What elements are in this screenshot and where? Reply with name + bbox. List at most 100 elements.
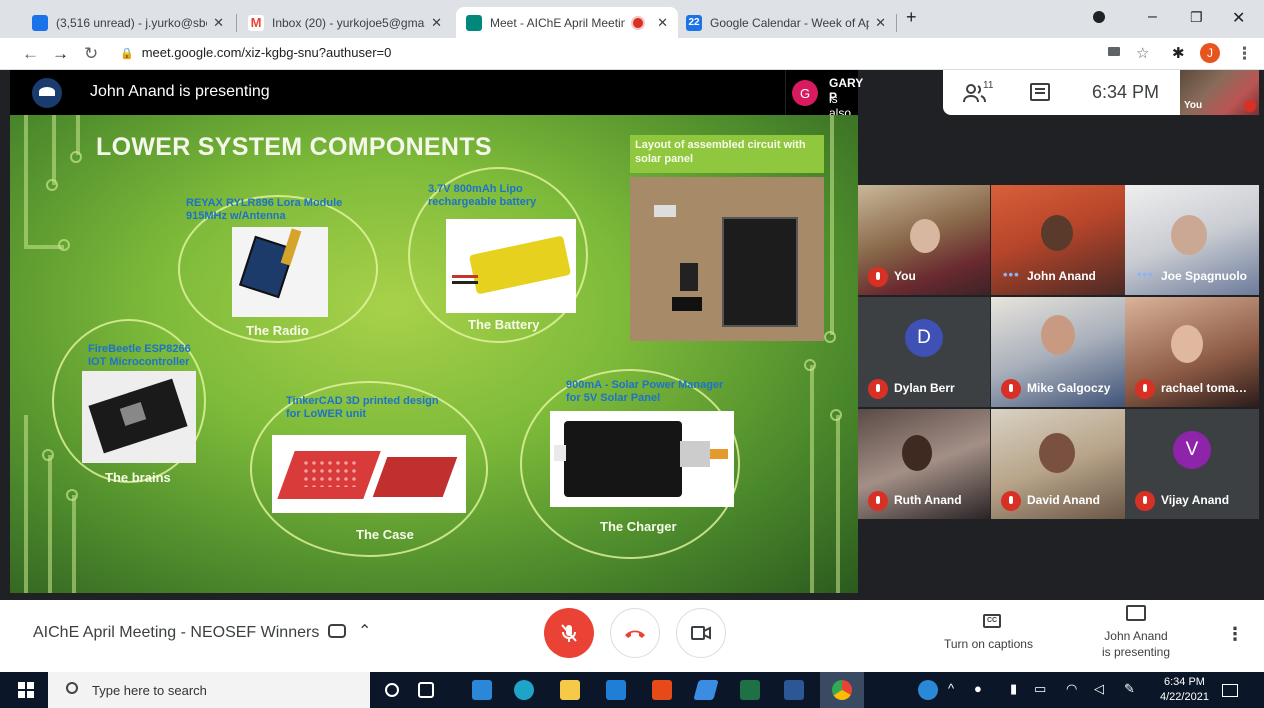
participant-tile[interactable]: Mike Galgoczy — [991, 297, 1125, 407]
office-icon[interactable] — [652, 680, 672, 700]
minimize-icon[interactable]: – — [1148, 8, 1157, 26]
pen-icon[interactable]: ✎ — [1124, 681, 1135, 697]
muted-mic-icon — [1001, 491, 1021, 511]
presented-slide: LOWER SYSTEM COMPONENTS REYAX RYLR896 Lo… — [10, 115, 858, 593]
windows-start-icon[interactable] — [18, 682, 34, 698]
tab-search-icon[interactable] — [1093, 11, 1105, 23]
browser-menu-icon[interactable]: ⋮ — [1236, 44, 1253, 64]
close-tab-icon[interactable]: ✕ — [657, 15, 668, 31]
help-icon[interactable] — [918, 680, 938, 700]
calendar-icon: 22 — [686, 14, 702, 31]
restore-icon[interactable]: ❐ — [1190, 9, 1203, 26]
presenter-avatar — [32, 78, 62, 108]
participant-name: Ruth Anand — [894, 493, 962, 507]
radio-module-image — [232, 227, 328, 317]
wifi-icon[interactable]: ◠ — [1066, 681, 1077, 697]
microcontroller-image — [82, 371, 196, 463]
back-icon[interactable]: ← — [22, 44, 39, 64]
forward-icon[interactable]: → — [52, 44, 69, 64]
cortana-icon[interactable] — [385, 683, 399, 697]
people-count: 11 — [983, 80, 994, 91]
presenting-banner: John Anand is presenting — [10, 70, 785, 115]
file-explorer-icon[interactable] — [560, 680, 580, 700]
participant-tile[interactable]: David Anand — [991, 409, 1125, 519]
slide-title: LOWER SYSTEM COMPONENTS — [96, 133, 492, 161]
muted-mic-icon — [868, 379, 888, 399]
system-clock[interactable]: 6:34 PM 4/22/2021 — [1160, 675, 1209, 705]
tab-gmail[interactable]: M Inbox (20) - yurkojoe5@gmail.co ✕ — [238, 7, 452, 38]
windows-taskbar: Type here to search ^ ● ▮ ▭ ◠ ◁ ✎ 6:34 P… — [0, 672, 1264, 708]
excel-icon[interactable] — [740, 680, 760, 700]
extensions-icon[interactable]: ✱ — [1172, 44, 1185, 62]
mic-toggle-button[interactable] — [544, 608, 594, 658]
meet-bottom-bar: AIChE April Meeting - NEOSEF Winners ⌃ C… — [0, 600, 1264, 672]
browser-tab-bar: (3,516 unread) - j.yurko@sbcglob ✕ M Inb… — [0, 0, 1264, 38]
mail-db-icon — [32, 14, 48, 31]
camera-toggle-button[interactable] — [676, 608, 726, 658]
edge-icon[interactable] — [514, 680, 534, 700]
present-screen-icon[interactable] — [1126, 605, 1146, 621]
recording-icon — [633, 17, 644, 28]
participant-tile[interactable]: V Vijay Anand — [1125, 409, 1259, 519]
network-muted-icon[interactable]: ● — [974, 681, 982, 696]
close-tab-icon[interactable]: ✕ — [431, 15, 442, 31]
radio-caption: The Radio — [246, 323, 309, 338]
participant-tile[interactable]: Ruth Anand — [858, 409, 990, 519]
meeting-details-icon[interactable] — [328, 624, 346, 638]
task-view-icon[interactable] — [418, 682, 434, 698]
camera-icon — [691, 626, 711, 640]
case-image — [272, 435, 466, 513]
chrome-icon — [832, 680, 852, 700]
mic-off-icon — [561, 624, 577, 642]
case-caption: The Case — [356, 527, 414, 542]
mail-app-icon[interactable] — [606, 680, 626, 700]
battery-icon[interactable]: ▭ — [1034, 681, 1046, 697]
camera-indicator-icon[interactable] — [1108, 47, 1120, 56]
reload-icon[interactable]: ↻ — [84, 44, 98, 64]
self-view-label: You — [1184, 100, 1203, 111]
participant-name: David Anand — [1027, 493, 1100, 507]
system-date: 4/22/2021 — [1160, 691, 1209, 703]
also-here-chip[interactable]: G GARY P is also here — [786, 70, 863, 134]
tab-calendar[interactable]: 22 Google Calendar - Week of April ✕ — [676, 7, 896, 38]
bookmark-star-icon[interactable]: ☆ — [1136, 44, 1149, 62]
end-call-icon — [625, 630, 645, 638]
todo-icon[interactable] — [693, 680, 719, 700]
participant-tile[interactable]: You — [858, 185, 990, 295]
close-tab-icon[interactable]: ✕ — [213, 15, 224, 31]
battery-image — [446, 219, 576, 313]
meet-icon — [466, 14, 482, 31]
chevron-up-icon[interactable]: ⌃ — [358, 621, 371, 641]
participant-tile[interactable]: ••• Joe Spagnuolo — [1125, 185, 1259, 295]
tab-meet[interactable]: Meet - AIChE April Meeting ✕ — [456, 7, 678, 38]
new-tab-icon[interactable]: + — [906, 7, 917, 28]
search-icon — [66, 682, 78, 694]
muted-mic-icon — [1135, 379, 1155, 399]
chevron-up-icon[interactable]: ^ — [948, 681, 954, 696]
profile-avatar[interactable]: J — [1200, 43, 1220, 63]
participant-tile[interactable]: ••• John Anand — [991, 185, 1125, 295]
muted-mic-icon — [1244, 100, 1256, 112]
gmail-icon: M — [248, 14, 264, 31]
chat-icon[interactable] — [1030, 83, 1050, 101]
participant-name: Dylan Berr — [894, 381, 955, 395]
word-icon[interactable] — [784, 680, 804, 700]
volume-icon[interactable]: ◁ — [1094, 681, 1104, 697]
microphone-icon[interactable]: ▮ — [1010, 681, 1017, 697]
notifications-icon[interactable] — [1222, 684, 1238, 697]
more-options-icon[interactable]: ⋮ — [1226, 624, 1244, 645]
participant-tile[interactable]: D Dylan Berr — [858, 297, 990, 407]
captions-button-label[interactable]: Turn on captions — [944, 637, 1033, 651]
brains-label: FireBeetle ESP8266 IOT Microcontroller — [88, 343, 191, 368]
participant-tile[interactable]: rachael toma… — [1125, 297, 1259, 407]
close-tab-icon[interactable]: ✕ — [875, 15, 886, 31]
close-window-icon[interactable]: ✕ — [1232, 8, 1245, 28]
captions-icon[interactable]: CC — [983, 614, 1001, 628]
leave-call-button[interactable] — [610, 608, 660, 658]
calculator-icon[interactable] — [472, 680, 492, 700]
presenting-button-label[interactable]: John Anand is presenting — [1100, 628, 1172, 660]
participant-name: Mike Galgoczy — [1027, 381, 1111, 395]
tab-mail[interactable]: (3,516 unread) - j.yurko@sbcglob ✕ — [22, 7, 234, 38]
url-field[interactable]: 🔒 meet.google.com/xiz-kgbg-snu?authuser=0 — [120, 45, 391, 60]
participant-name: Joe Spagnuolo — [1161, 269, 1248, 283]
